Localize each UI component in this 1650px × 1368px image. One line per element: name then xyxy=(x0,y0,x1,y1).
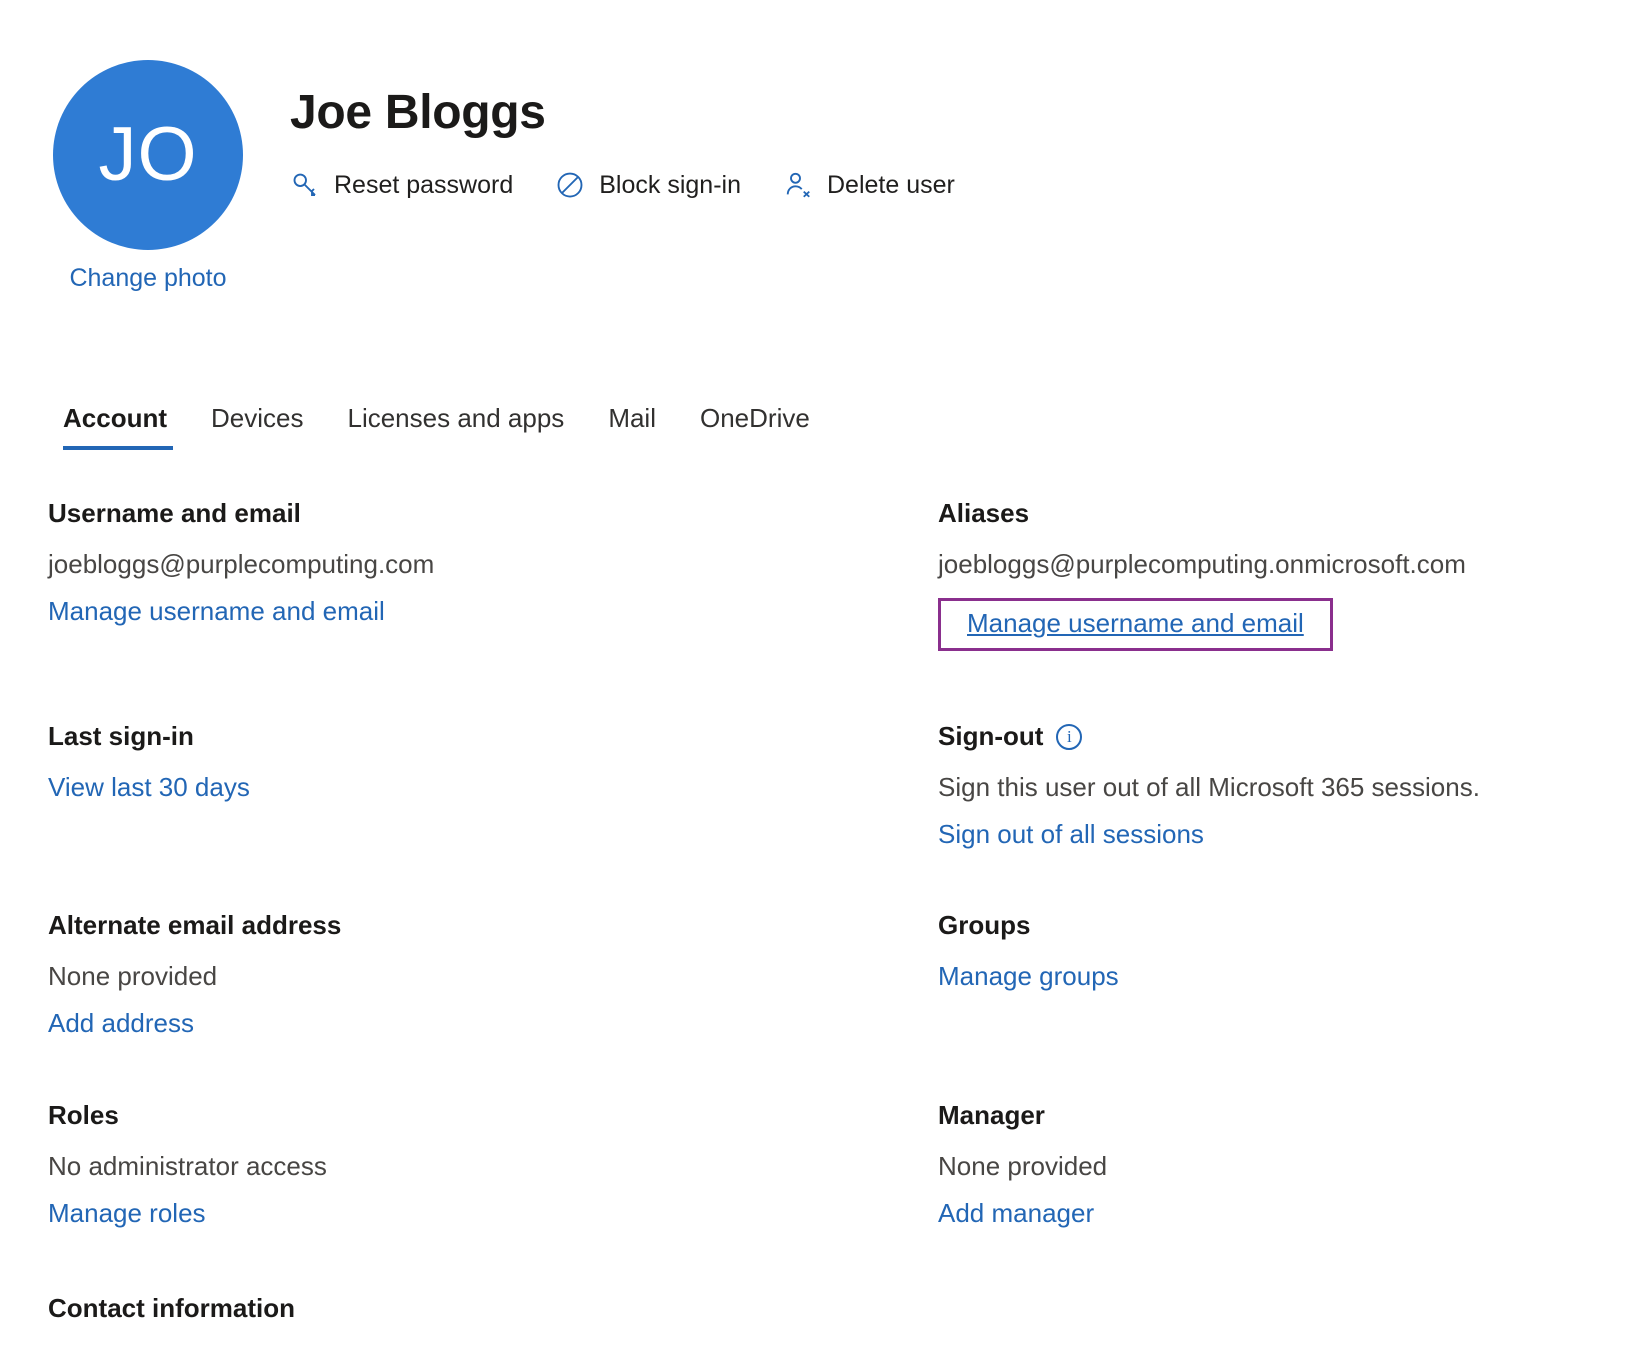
account-details-grid: Username and email joebloggs@purplecompu… xyxy=(0,498,1650,1231)
sign-out-title: Sign-out i xyxy=(938,721,1602,752)
username-and-email-title: Username and email xyxy=(48,498,301,528)
grid-spacer xyxy=(938,1042,1602,1100)
contact-information-heading: Contact information xyxy=(48,1292,295,1323)
field-alternate-email-address: Alternate email address None provided Ad… xyxy=(48,910,938,1041)
tab-devices-label: Devices xyxy=(211,403,304,433)
sign-out-description: Sign this user out of all Microsoft 365 … xyxy=(938,772,1480,803)
tab-devices[interactable]: Devices xyxy=(189,397,325,450)
field-username-and-email: Username and email joebloggs@purplecompu… xyxy=(48,498,938,651)
grid-spacer xyxy=(938,651,1602,721)
avatar-block: JO Change photo xyxy=(48,60,248,293)
block-icon xyxy=(555,170,585,200)
tab-onedrive-label: OneDrive xyxy=(699,403,810,433)
alternate-email-value: None provided xyxy=(48,961,218,992)
tab-licenses-and-apps[interactable]: Licenses and apps xyxy=(325,397,586,450)
manager-value: None provided xyxy=(938,1150,1108,1181)
delete-user-button[interactable]: Delete user xyxy=(783,170,955,200)
tab-onedrive[interactable]: OneDrive xyxy=(678,397,832,450)
view-last-30-days-link[interactable]: View last 30 days xyxy=(48,770,250,805)
info-icon[interactable]: i xyxy=(1056,723,1083,750)
alternate-email-title: Alternate email address xyxy=(48,910,342,941)
person-delete-icon xyxy=(783,170,813,200)
field-aliases: Aliases joebloggs@purplecomputing.onmicr… xyxy=(938,498,1602,652)
header-right: Joe Bloggs Reset password Block sign-in … xyxy=(290,60,955,200)
manage-groups-link[interactable]: Manage groups xyxy=(938,959,1119,994)
grid-spacer xyxy=(48,651,938,721)
add-manager-link[interactable]: Add manager xyxy=(938,1196,1094,1231)
change-photo-link[interactable]: Change photo xyxy=(69,264,226,293)
groups-title: Groups xyxy=(938,910,1031,941)
page-title: Joe Bloggs xyxy=(290,86,546,139)
last-sign-in-title: Last sign-in xyxy=(48,721,194,752)
username-and-email-value: joebloggs@purplecomputing.com xyxy=(48,549,435,579)
roles-value: No administrator access xyxy=(48,1150,327,1181)
block-sign-in-label: Block sign-in xyxy=(599,170,741,199)
field-manager: Manager None provided Add manager xyxy=(938,1100,1602,1231)
user-action-bar: Reset password Block sign-in Delete user xyxy=(290,170,955,200)
reset-password-label: Reset password xyxy=(334,170,514,199)
aliases-manage-link-highlight: Manage username and email xyxy=(938,598,1333,652)
aliases-manage-username-and-email-link[interactable]: Manage username and email xyxy=(967,606,1304,641)
field-last-sign-in: Last sign-in View last 30 days xyxy=(48,721,938,852)
manage-roles-link[interactable]: Manage roles xyxy=(48,1196,206,1231)
user-header: JO Change photo Joe Bloggs Reset passwor… xyxy=(0,0,1650,293)
block-sign-in-button[interactable]: Block sign-in xyxy=(555,170,741,200)
avatar: JO xyxy=(53,60,243,250)
field-sign-out: Sign-out i Sign this user out of all Mic… xyxy=(938,721,1602,852)
tab-mail-label: Mail xyxy=(608,403,656,433)
sign-out-of-all-sessions-link[interactable]: Sign out of all sessions xyxy=(938,817,1204,852)
field-roles: Roles No administrator access Manage rol… xyxy=(48,1100,938,1231)
sign-out-title-label: Sign-out xyxy=(938,721,1044,752)
grid-spacer xyxy=(48,1042,938,1100)
add-address-link[interactable]: Add address xyxy=(48,1006,194,1041)
roles-title: Roles xyxy=(48,1099,119,1130)
field-groups: Groups Manage groups xyxy=(938,910,1602,1041)
aliases-value: joebloggs@purplecomputing.onmicrosoft.co… xyxy=(938,549,1466,579)
manager-title: Manager xyxy=(938,1099,1045,1130)
grid-spacer xyxy=(938,852,1602,910)
reset-password-button[interactable]: Reset password xyxy=(290,170,513,200)
user-details-page: JO Change photo Joe Bloggs Reset passwor… xyxy=(0,0,1650,1368)
tab-bar: Account Devices Licenses and apps Mail O… xyxy=(0,397,1650,450)
tab-account-label: Account xyxy=(63,403,167,433)
tab-mail[interactable]: Mail xyxy=(586,397,678,450)
manage-username-and-email-link[interactable]: Manage username and email xyxy=(48,594,385,629)
delete-user-label: Delete user xyxy=(826,170,955,199)
avatar-initials: JO xyxy=(98,112,198,197)
tab-account[interactable]: Account xyxy=(48,397,189,450)
grid-spacer xyxy=(48,852,938,910)
key-icon xyxy=(290,170,320,200)
aliases-title: Aliases xyxy=(938,498,1030,528)
tab-licenses-and-apps-label: Licenses and apps xyxy=(347,403,565,433)
